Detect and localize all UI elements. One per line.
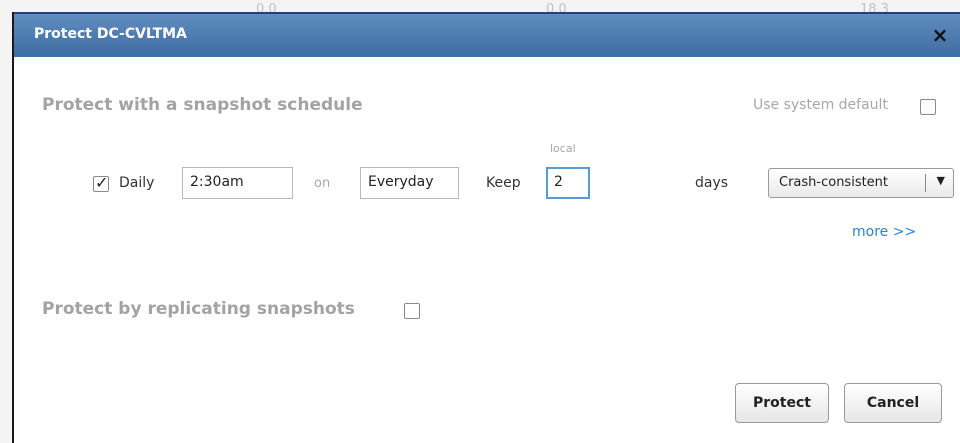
consistency-value: Crash-consistent — [779, 175, 889, 190]
check-icon: ✓ — [95, 173, 109, 192]
close-icon[interactable]: × — [928, 23, 952, 47]
snapshot-section-title: Protect with a snapshot schedule — [42, 95, 363, 115]
daily-label: Daily — [119, 175, 155, 191]
on-label: on — [314, 176, 331, 191]
protect-dialog: Protect DC-CVLTMA × Protect with a snaps… — [12, 12, 960, 443]
local-label: local — [550, 142, 576, 155]
select-divider — [925, 174, 926, 192]
cancel-button[interactable]: Cancel — [844, 383, 942, 423]
use-system-default-checkbox[interactable] — [920, 99, 936, 115]
consistency-select[interactable]: Crash-consistent ▼ — [768, 168, 954, 198]
daily-checkbox[interactable]: ✓ — [93, 173, 109, 192]
protect-button[interactable]: Protect — [735, 383, 829, 423]
days-of-week-input[interactable]: Everyday — [360, 167, 459, 199]
replicate-section-title: Protect by replicating snapshots — [42, 299, 355, 319]
dialog-titlebar: Protect DC-CVLTMA × — [14, 12, 960, 57]
more-link[interactable]: more >> — [852, 224, 916, 240]
days-label: days — [695, 175, 729, 191]
chevron-down-icon: ▼ — [936, 174, 945, 187]
replicate-checkbox[interactable] — [404, 303, 420, 319]
keep-label: Keep — [486, 175, 521, 191]
time-input[interactable]: 2:30am — [182, 167, 293, 199]
use-system-default-label: Use system default — [753, 97, 888, 113]
keep-count-input[interactable]: 2 — [546, 167, 590, 199]
dialog-title: Protect DC-CVLTMA — [34, 26, 187, 42]
